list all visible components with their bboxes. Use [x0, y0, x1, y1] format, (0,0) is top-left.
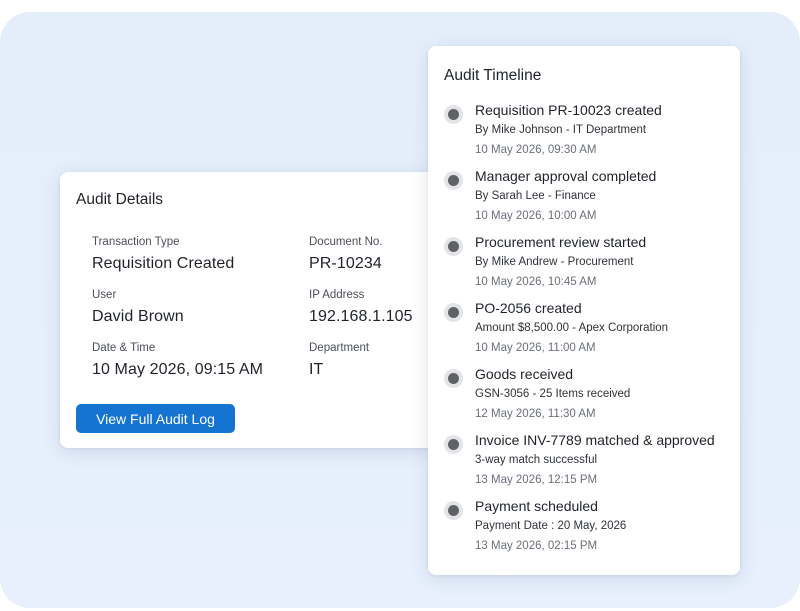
view-full-audit-log-button[interactable]: View Full Audit Log: [76, 404, 235, 433]
status-dot-icon: [444, 435, 463, 454]
event-time: 10 May 2026, 10:45 AM: [475, 276, 597, 288]
event-title: Procurement review started: [475, 234, 647, 250]
timeline-item: Manager approval completed By Sarah Lee …: [444, 168, 734, 234]
timeline-item: Payment scheduled Payment Date : 20 May,…: [444, 498, 734, 564]
event-detail: GSN-3056 - 25 Items received: [475, 388, 631, 400]
event-detail: By Mike Andrew - Procurement: [475, 256, 634, 268]
event-detail: 3-way match successful: [475, 454, 598, 466]
field-value: 10 May 2026, 09:15 AM: [92, 361, 264, 378]
field-label: IP Address: [309, 289, 365, 301]
audit-details-card: Audit Details Transaction Type Requisiti…: [60, 172, 460, 448]
event-time: 10 May 2026, 10:00 AM: [475, 210, 597, 222]
document-no-field: Document No. PR-10234: [309, 236, 383, 273]
timeline-item: PO-2056 created Amount $8,500.00 - Apex …: [444, 300, 734, 366]
event-time: 10 May 2026, 11:00 AM: [475, 342, 596, 354]
event-title: PO-2056 created: [475, 300, 582, 316]
field-value: PR-10234: [309, 255, 382, 272]
event-time: 13 May 2026, 12:15 PM: [475, 474, 598, 486]
field-value: 192.168.1.105: [309, 308, 413, 325]
status-dot-icon: [444, 369, 463, 388]
transaction-type-field: Transaction Type Requisition Created: [92, 236, 234, 273]
field-label: Transaction Type: [92, 236, 180, 248]
event-detail: Payment Date : 20 May, 2026: [475, 520, 627, 532]
event-time: 13 May 2026, 02:15 PM: [475, 540, 598, 552]
event-time: 12 May 2026, 11:30 AM: [475, 408, 596, 420]
ip-address-field: IP Address 192.168.1.105: [309, 289, 413, 326]
event-detail: Amount $8,500.00 - Apex Corporation: [475, 322, 669, 334]
department-field: Department IT: [309, 342, 369, 379]
event-title: Goods received: [475, 366, 574, 382]
field-value: IT: [309, 361, 324, 378]
event-title: Manager approval completed: [475, 168, 657, 184]
audit-timeline-card: Audit Timeline Requisition PR-10023 crea…: [428, 46, 740, 575]
event-detail: By Sarah Lee - Finance: [475, 190, 596, 202]
timeline-item: Requisition PR-10023 created By Mike Joh…: [444, 102, 734, 168]
status-dot-icon: [444, 171, 463, 190]
event-title: Payment scheduled: [475, 498, 598, 514]
status-dot-icon: [444, 237, 463, 256]
field-label: User: [92, 289, 117, 301]
timeline-item: Goods received GSN-3056 - 25 Items recei…: [444, 366, 734, 432]
audit-timeline-title: Audit Timeline: [444, 67, 542, 84]
event-detail: By Mike Johnson - IT Department: [475, 124, 647, 136]
field-value: Requisition Created: [92, 255, 235, 272]
field-value: David Brown: [92, 308, 184, 325]
event-title: Invoice INV-7789 matched & approved: [475, 432, 715, 448]
status-dot-icon: [444, 105, 463, 124]
date-time-field: Date & Time 10 May 2026, 09:15 AM: [92, 342, 263, 379]
user-field: User David Brown: [92, 289, 184, 326]
event-title: Requisition PR-10023 created: [475, 102, 662, 118]
event-time: 10 May 2026, 09:30 AM: [475, 144, 597, 156]
audit-details-title: Audit Details: [76, 191, 164, 208]
status-dot-icon: [444, 501, 463, 520]
field-label: Document No.: [309, 236, 383, 248]
status-dot-icon: [444, 303, 463, 322]
timeline-item: Procurement review started By Mike Andre…: [444, 234, 734, 300]
timeline-list: Requisition PR-10023 created By Mike Joh…: [444, 102, 734, 564]
field-label: Date & Time: [92, 342, 156, 354]
timeline-item: Invoice INV-7789 matched & approved 3-wa…: [444, 432, 734, 498]
field-label: Department: [309, 342, 370, 354]
